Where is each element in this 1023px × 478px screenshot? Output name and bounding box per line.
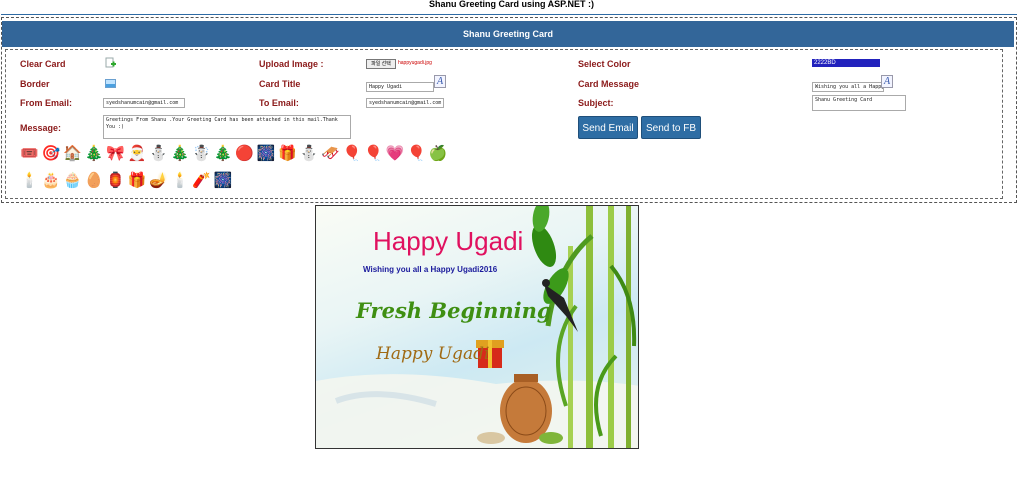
page-title: Shanu Greeting Card using ASP.NET :)	[428, 0, 595, 9]
sticker-icon[interactable]: 🎂	[42, 172, 61, 190]
sticker-icon[interactable]: 🎄	[171, 145, 190, 163]
card-preview: Happy Ugadi Wishing you all a Happy Ugad…	[315, 205, 639, 449]
card-title-label: Card Title	[259, 79, 301, 89]
sticker-icon[interactable]: 🎅	[128, 145, 147, 163]
card-title-field[interactable]: Happy Ugadi	[366, 82, 434, 92]
send-to-fb-button[interactable]: Send to FB	[641, 116, 701, 139]
sticker-icon[interactable]: ⛄	[149, 145, 168, 163]
subject-field[interactable]: Shanu Greeting Card	[812, 95, 906, 111]
sticker-icon[interactable]: 🎁	[278, 145, 297, 163]
selected-file-name: happyugadi.jpg	[398, 60, 432, 66]
sticker-icon[interactable]: 🏮	[106, 172, 125, 190]
sticker-icon[interactable]: 🥚	[85, 172, 104, 190]
from-email-field[interactable]: syedshanumcain@gmail.com	[103, 98, 185, 108]
sticker-icon[interactable]: ☃️	[192, 145, 211, 163]
sticker-icon[interactable]: 🪔	[149, 172, 168, 190]
sticker-icon[interactable]: 🎟️	[20, 145, 39, 163]
sticker-icon[interactable]: 🎯	[42, 145, 61, 163]
from-email-label: From Email:	[20, 98, 73, 108]
card-image-text-fresh-beginning: Fresh Beginning	[356, 298, 552, 323]
border-label: Border	[20, 79, 50, 89]
sticker-icon[interactable]: 🎀	[106, 145, 125, 163]
select-color-label: Select Color	[578, 59, 631, 69]
sticker-icon[interactable]: 🍏	[429, 145, 448, 163]
to-email-field[interactable]: syedshanumcain@gmail.com	[366, 98, 444, 108]
choose-file-button[interactable]: 파일 선택	[366, 59, 396, 69]
sticker-icon[interactable]: 🔴	[235, 145, 254, 163]
card-message-text: Wishing you all a Happy Ugadi2016	[363, 265, 498, 274]
sticker-icon[interactable]: 🎈	[407, 145, 426, 163]
clear-card-label: Clear Card	[20, 59, 66, 69]
sticker-icon[interactable]: 🎆	[214, 172, 233, 190]
panel-header: Shanu Greeting Card	[2, 21, 1014, 47]
to-email-label: To Email:	[259, 98, 299, 108]
card-image-text-happy-ugadi: Happy Ugadi	[376, 344, 490, 364]
sticker-icon[interactable]: 🎄	[85, 145, 104, 163]
sticker-icon[interactable]: 🏠	[63, 145, 82, 163]
border-icon[interactable]	[105, 78, 116, 89]
sticker-icon[interactable]: 🎈	[364, 145, 383, 163]
top-divider	[1, 14, 1017, 15]
sticker-icon[interactable]: 🕯️	[20, 172, 39, 190]
card-message-font-icon[interactable]: A	[881, 75, 893, 88]
sticker-icon[interactable]: 🎄	[214, 145, 233, 163]
sticker-icon[interactable]: 🧨	[192, 172, 211, 190]
card-title-text: Happy Ugadi	[373, 226, 524, 256]
sticker-icon[interactable]: 🎁	[128, 172, 147, 190]
sticker-icon[interactable]: 🎆	[257, 145, 276, 163]
sticker-icon[interactable]: 🛷	[321, 145, 340, 163]
card-title-font-icon[interactable]: A	[434, 75, 446, 88]
card-message-field[interactable]: Wishing you all a Happy Ugadi2016	[812, 82, 884, 92]
subject-label: Subject:	[578, 98, 614, 108]
sticker-icon[interactable]: ⛄	[300, 145, 319, 163]
upload-image-label: Upload Image :	[259, 59, 324, 69]
message-label: Message:	[20, 123, 62, 133]
sticker-icon[interactable]: 🧁	[63, 172, 82, 190]
message-textarea[interactable]: Greetings From Shanu .Your Greeting Card…	[103, 115, 351, 139]
color-picker[interactable]: 2222BD	[812, 59, 880, 67]
card-message-label: Card Message	[578, 79, 640, 89]
sticker-icon[interactable]: 💗	[386, 145, 405, 163]
send-email-button[interactable]: Send Email	[578, 116, 638, 139]
sticker-icon[interactable]: 🕯️	[171, 172, 190, 190]
clear-card-icon[interactable]	[105, 57, 116, 68]
sticker-icon[interactable]: 🎈	[343, 145, 362, 163]
